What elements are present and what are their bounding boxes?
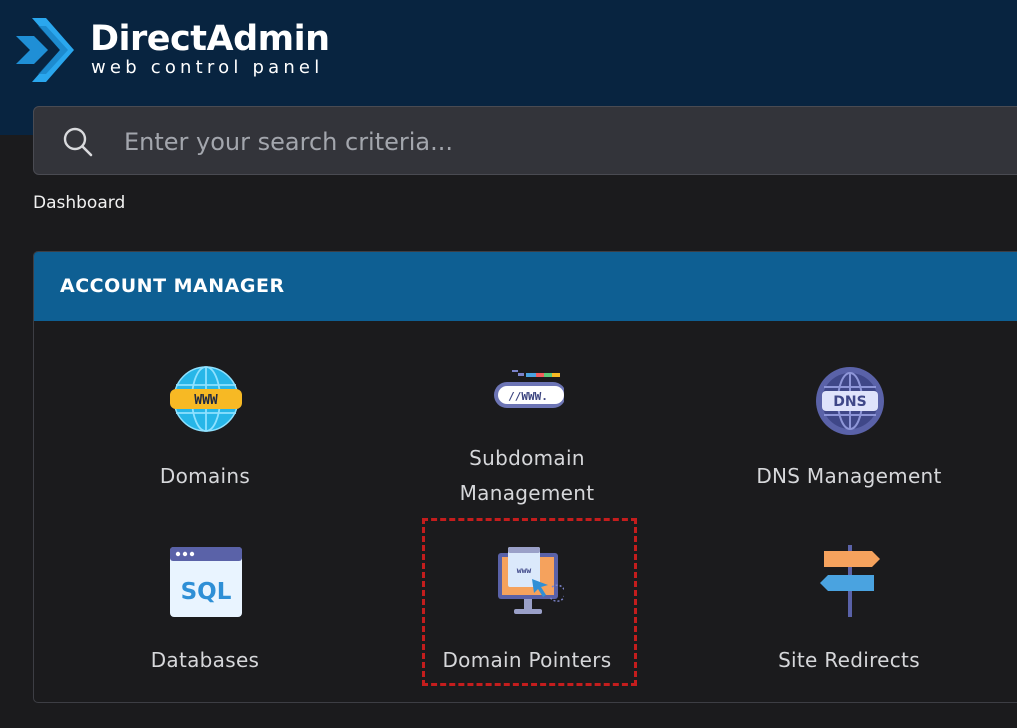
domains-item[interactable]: WWW Domains <box>45 354 365 504</box>
search-input[interactable] <box>122 119 1006 165</box>
svg-text:www: www <box>517 566 532 575</box>
brand-subtitle: web control panel <box>91 57 324 78</box>
breadcrumb[interactable]: Dashboard <box>33 193 125 213</box>
panel-header: ACCOUNT MANAGER <box>34 252 1017 321</box>
domain-pointers-item[interactable]: www Domain Pointers <box>367 537 687 687</box>
domain-pointers-label: Domain Pointers <box>442 648 612 672</box>
dns-management-label: DNS Management <box>756 464 942 488</box>
browser-address-bar-icon: //WWW. <box>494 370 564 408</box>
subdomain-label-line2: Management <box>459 481 595 505</box>
dns-management-item[interactable]: DNS DNS Management <box>689 354 1009 504</box>
sql-window-icon: SQL <box>170 547 242 617</box>
brand-title[interactable]: DirectAdmin <box>90 19 330 59</box>
directadmin-logo-icon[interactable] <box>12 14 76 84</box>
databases-item[interactable]: SQL Databases <box>45 537 365 687</box>
subdomain-label-line1: Subdomain <box>469 446 585 470</box>
subdomain-management-item[interactable]: //WWW. Subdomain Management <box>367 354 687 514</box>
site-redirects-label: Site Redirects <box>778 648 920 672</box>
domains-label: Domains <box>159 464 251 488</box>
globe-www-icon: WWW <box>170 366 242 432</box>
signpost-arrows-icon <box>820 545 880 617</box>
svg-text:SQL: SQL <box>181 579 232 605</box>
databases-label: Databases <box>150 648 260 672</box>
account-manager-panel: ACCOUNT MANAGER WWW Domains //WWW. Subdo… <box>33 251 1017 703</box>
svg-text:DNS: DNS <box>833 394 866 410</box>
monitor-www-pointer-icon: www <box>498 547 564 614</box>
svg-text://WWW.: //WWW. <box>508 390 548 403</box>
svg-text:WWW: WWW <box>194 393 218 408</box>
site-redirects-item[interactable]: Site Redirects <box>689 537 1009 687</box>
search-bar <box>33 106 1017 175</box>
dns-globe-icon: DNS <box>816 367 884 435</box>
panel-title: ACCOUNT MANAGER <box>60 275 285 297</box>
search-icon <box>63 127 93 157</box>
